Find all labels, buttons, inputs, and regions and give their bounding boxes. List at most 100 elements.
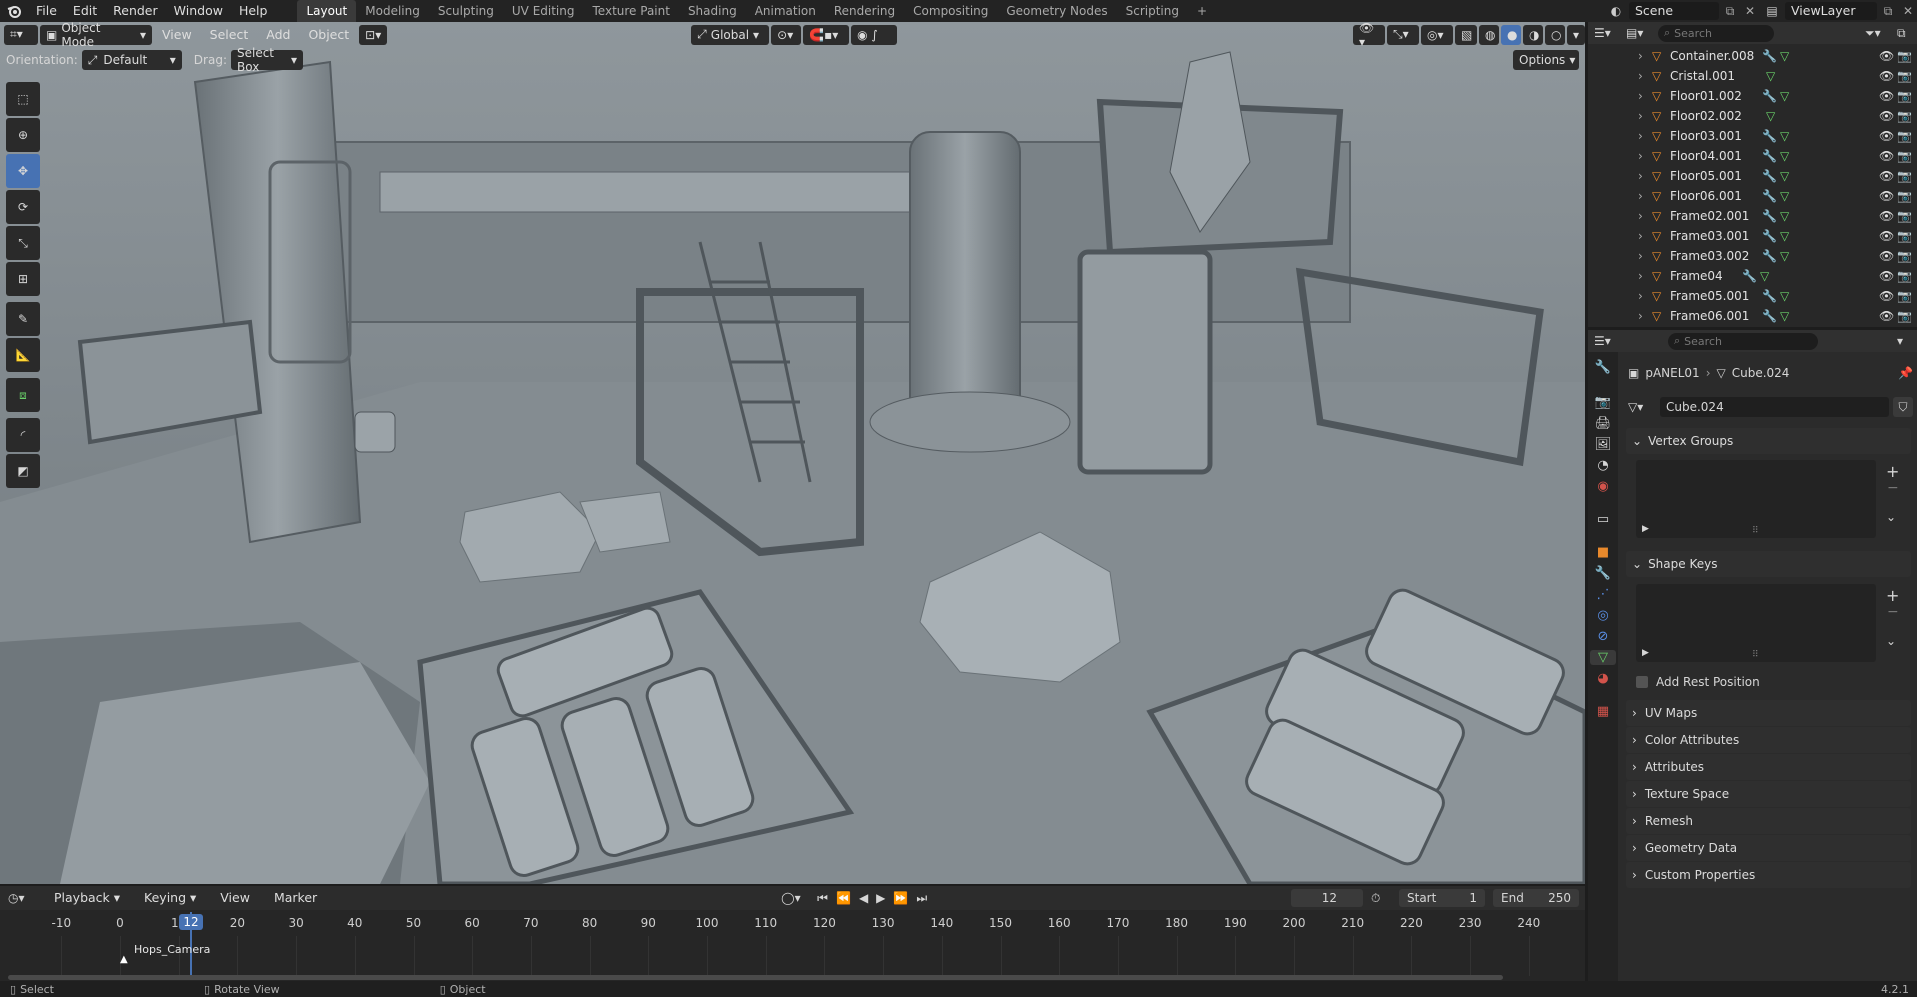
select-box-icon[interactable]: ⬚ <box>6 82 40 116</box>
modifier-icon[interactable]: 🔧 <box>1762 189 1780 203</box>
tool-tab-icon[interactable]: 🔧 <box>1595 360 1611 375</box>
expand-arrow-icon[interactable]: ▶ <box>1642 648 1649 658</box>
properties-search-input[interactable]: ⌕ Search <box>1668 332 1818 350</box>
render-camera-icon[interactable]: 📷 <box>1897 69 1917 83</box>
mesh-data-icon[interactable]: ▽ <box>1760 269 1778 283</box>
tab-rendering[interactable]: Rendering <box>825 0 904 22</box>
uv-maps-panel-header[interactable]: › UV Maps <box>1626 700 1911 726</box>
outliner-editor-icon[interactable]: ☰▾ <box>1594 26 1620 40</box>
expand-arrow-icon[interactable]: › <box>1638 129 1652 143</box>
expand-arrow-icon[interactable]: › <box>1638 49 1652 63</box>
visibility-eye-icon[interactable]: 👁 <box>1879 129 1897 143</box>
modifier-icon[interactable]: 🔧 <box>1762 309 1780 323</box>
timeline-menu-view[interactable]: View <box>212 887 258 909</box>
visibility-eye-icon[interactable]: 👁 <box>1879 149 1897 163</box>
outliner-row[interactable]: › ▽ Cristal.001 ▽ 👁 📷 <box>1588 66 1917 86</box>
outliner-row[interactable]: › ▽ Floor01.002 🔧 ▽ 👁 📷 <box>1588 86 1917 106</box>
render-camera-icon[interactable]: 📷 <box>1897 249 1917 263</box>
timeline-menu-keying[interactable]: Keying ▾ <box>136 887 204 909</box>
shape-key-specials-icon[interactable]: ⌄ <box>1886 634 1896 648</box>
transform-icon[interactable]: ⊞ <box>6 262 40 296</box>
render-camera-icon[interactable]: 📷 <box>1897 189 1917 203</box>
mesh-datablock-browse-icon[interactable]: ▽▾ <box>1628 400 1656 414</box>
viewport-menu-add[interactable]: Add <box>258 24 298 46</box>
outliner-row[interactable]: › ▽ Container.008 🔧 ▽ 👁 📷 <box>1588 46 1917 66</box>
tab-compositing[interactable]: Compositing <box>904 0 997 22</box>
outliner-row[interactable]: › ▽ Floor03.001 🔧 ▽ 👁 📷 <box>1588 126 1917 146</box>
cursor-icon[interactable]: ⊕ <box>6 118 40 152</box>
outliner-row[interactable]: › ▽ Frame04 🔧 ▽ 👁 📷 <box>1588 266 1917 286</box>
shape-keys-panel-header[interactable]: ⌄ Shape Keys <box>1626 551 1911 577</box>
modifier-icon[interactable]: 🔧 <box>1762 229 1780 243</box>
geometry-data-panel-header[interactable]: › Geometry Data <box>1626 835 1911 861</box>
visibility-eye-icon[interactable]: 👁 <box>1879 269 1897 283</box>
view-layer-tab-icon[interactable]: 🖼 <box>1595 437 1612 452</box>
pin-icon[interactable]: 📌 <box>1898 366 1913 380</box>
mesh-data-icon[interactable]: ▽ <box>1780 189 1798 203</box>
start-frame-field[interactable]: Start 1 <box>1399 889 1485 907</box>
constraints-tab-icon[interactable]: ⊘ <box>1598 629 1609 644</box>
view-layer-icon[interactable]: ▤ <box>1759 4 1785 18</box>
outliner-row[interactable]: › ▽ Frame02.001 🔧 ▽ 👁 📷 <box>1588 206 1917 226</box>
render-camera-icon[interactable]: 📷 <box>1897 169 1917 183</box>
world-tab-icon[interactable]: ◉ <box>1597 479 1608 494</box>
new-scene-icon[interactable]: ⧉ <box>1719 4 1741 19</box>
particles-tab-icon[interactable]: ⋰ <box>1597 587 1610 602</box>
attributes-panel-header[interactable]: › Attributes <box>1626 754 1911 780</box>
menu-help[interactable]: Help <box>231 0 276 22</box>
tab-animation[interactable]: Animation <box>746 0 825 22</box>
end-frame-field[interactable]: End 250 <box>1493 889 1579 907</box>
fake-user-icon[interactable]: ⛉ <box>1893 397 1913 417</box>
jump-keyframe-back-icon[interactable]: ⏪ <box>836 891 851 905</box>
annotate-icon[interactable]: ✎ <box>6 302 40 336</box>
render-camera-icon[interactable]: 📷 <box>1897 89 1917 103</box>
marker-icon[interactable]: ▲ <box>120 954 128 965</box>
vertex-group-specials-icon[interactable]: ⌄ <box>1886 510 1896 524</box>
modifier-icon[interactable]: 🔧 <box>1742 269 1760 283</box>
filter-icon[interactable]: ⏷▾ <box>1865 26 1891 41</box>
expand-arrow-icon[interactable]: › <box>1638 89 1652 103</box>
modifier-icon[interactable]: 🔧 <box>1762 129 1780 143</box>
tab-scripting[interactable]: Scripting <box>1117 0 1188 22</box>
visibility-eye-icon[interactable]: 👁 <box>1879 49 1897 63</box>
render-camera-icon[interactable]: 📷 <box>1897 49 1917 63</box>
shape-keys-list[interactable]: ▶ ⠿ <box>1636 584 1876 662</box>
modifier-icon[interactable]: 🔧 <box>1762 89 1780 103</box>
outliner-row[interactable]: › ▽ Floor06.001 🔧 ▽ 👁 📷 <box>1588 186 1917 206</box>
shear-icon[interactable]: ◜ <box>6 418 40 452</box>
vertex-groups-list[interactable]: ▶ ⠿ <box>1636 460 1876 538</box>
render-camera-icon[interactable]: 📷 <box>1897 269 1917 283</box>
tab-sculpting[interactable]: Sculpting <box>429 0 503 22</box>
3d-viewport[interactable] <box>0 22 1585 884</box>
mesh-data-icon[interactable]: ▽ <box>1780 149 1798 163</box>
editor-type-icon[interactable]: ⌗▾ <box>4 24 38 45</box>
chevron-down-icon[interactable]: ▾ <box>1897 334 1917 348</box>
outliner-row[interactable]: › ▽ Floor02.002 ▽ 👁 📷 <box>1588 106 1917 126</box>
add-cube-icon[interactable]: ⧈ <box>6 378 40 412</box>
object-tab-icon[interactable]: ■ <box>1597 545 1609 560</box>
render-camera-icon[interactable]: 📷 <box>1897 129 1917 143</box>
jump-start-icon[interactable]: ⏮ <box>817 891 828 906</box>
mesh-data-icon[interactable]: ▽ <box>1780 309 1798 323</box>
menu-file[interactable]: File <box>28 0 65 22</box>
shading-solid-icon[interactable]: ● <box>1501 24 1521 45</box>
rotate-icon[interactable]: ⟳ <box>6 190 40 224</box>
mode-selector[interactable]: ▣ Object Mode ▾ <box>40 21 152 49</box>
outliner-row[interactable]: › ▽ Frame03.001 🔧 ▽ 👁 📷 <box>1588 226 1917 246</box>
expand-arrow-icon[interactable]: › <box>1638 69 1652 83</box>
mesh-data-icon[interactable]: ▽ <box>1766 69 1784 83</box>
shading-material-icon[interactable]: ◑ <box>1523 24 1543 45</box>
visibility-eye-icon[interactable]: 👁 <box>1879 189 1897 203</box>
overlays-icon[interactable]: ◎▾ <box>1421 24 1453 45</box>
current-frame-field[interactable]: 12 <box>1291 889 1363 907</box>
render-camera-icon[interactable]: 📷 <box>1897 289 1917 303</box>
vertex-groups-panel-header[interactable]: ⌄ Vertex Groups <box>1626 428 1911 454</box>
resize-handle-icon[interactable]: ⠿ <box>1752 650 1759 660</box>
transform-orientation-selector[interactable]: ⤢ Global ▾ <box>691 24 770 45</box>
collection-tab-icon[interactable]: ▭ <box>1597 512 1609 527</box>
properties-editor-icon[interactable]: ☰▾ <box>1594 334 1620 348</box>
shading-rendered-icon[interactable]: ○ <box>1545 24 1565 45</box>
visibility-eye-icon[interactable]: 👁 <box>1879 309 1897 323</box>
render-camera-icon[interactable]: 📷 <box>1897 149 1917 163</box>
render-camera-icon[interactable]: 📷 <box>1897 209 1917 223</box>
